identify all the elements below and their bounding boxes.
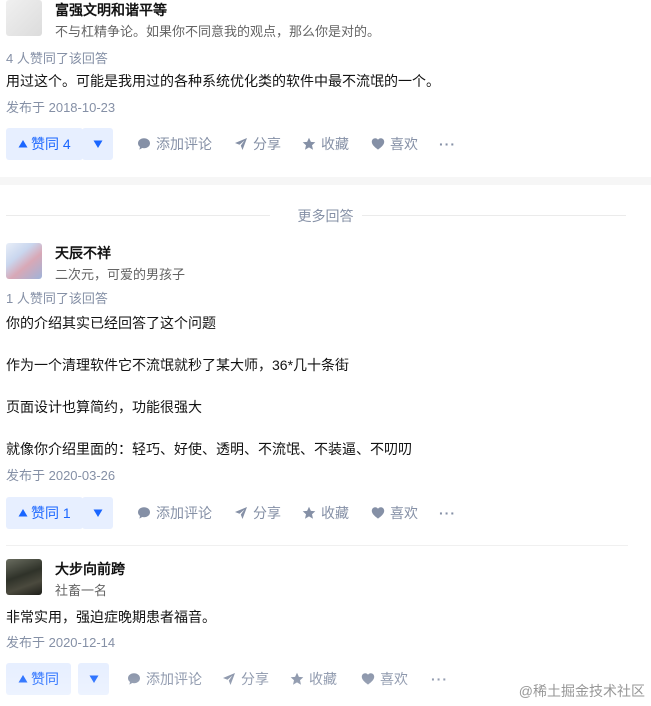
answer-paragraph: 用过这个。可能是我用过的各种系统优化类的软件中最不流氓的一个。 <box>6 73 440 89</box>
star-icon <box>302 506 316 519</box>
vote-up-label: 赞同 <box>31 671 59 687</box>
share-icon <box>223 673 235 685</box>
collect-label: 收藏 <box>321 505 349 521</box>
like-button[interactable]: 喜欢 <box>361 663 408 695</box>
avatar[interactable] <box>6 559 42 595</box>
comment-label: 添加评论 <box>156 136 212 152</box>
comment-icon <box>138 507 150 519</box>
like-button[interactable]: 喜欢 <box>371 128 418 160</box>
voters-count[interactable]: 1 人赞同了该回答 <box>6 290 637 308</box>
caret-down-icon <box>93 509 102 517</box>
share-button[interactable]: 分享 <box>234 497 281 529</box>
action-bar: 赞同 1 添加评论 分享 收藏 喜欢 ··· <box>6 497 637 529</box>
caret-up-icon <box>18 509 28 517</box>
action-bar: 赞同 4 添加评论 分享 收藏 喜欢 ··· <box>6 128 637 160</box>
answer-card-1: 富强文明和谐平等 不与杠精争论。如果你不同意我的观点，那么你是对的。 4 人赞同… <box>0 0 651 177</box>
star-icon <box>290 672 304 685</box>
answer-paragraph: 你的介绍其实已经回答了这个问题 <box>6 315 216 331</box>
vote-down-button[interactable] <box>82 128 113 160</box>
share-button[interactable]: 分享 <box>234 128 281 160</box>
vote-up-button[interactable]: 赞同 1 <box>6 497 83 529</box>
author-name[interactable]: 富强文明和谐平等 <box>55 0 167 20</box>
comment-button[interactable]: 添加评论 <box>137 497 212 529</box>
vote-down-button[interactable] <box>78 663 109 695</box>
more-answers-divider: 更多回答 <box>0 204 651 226</box>
more-icon: ··· <box>439 505 456 521</box>
share-label: 分享 <box>253 505 281 521</box>
more-answers-label: 更多回答 <box>297 208 354 224</box>
share-icon <box>235 138 247 150</box>
author-bio: 社畜一名 <box>55 583 108 598</box>
more-button[interactable]: ··· <box>431 663 448 695</box>
author-info: 大步向前跨 社畜一名 <box>6 559 637 599</box>
author-bio: 不与杠精争论。如果你不同意我的观点，那么你是对的。 <box>55 24 381 39</box>
more-icon: ··· <box>439 136 456 152</box>
answer-paragraph: 就像你介绍里面的：轻巧、好使、透明、不流氓、不装逼、不叨叨 <box>6 441 412 457</box>
comment-label: 添加评论 <box>146 671 202 687</box>
caret-up-icon <box>18 140 28 148</box>
divider-line <box>362 215 626 216</box>
avatar[interactable] <box>6 243 42 279</box>
heart-icon <box>361 673 375 685</box>
vote-up-button[interactable]: 赞同 <box>6 663 71 695</box>
caret-down-icon <box>93 140 102 148</box>
like-label: 喜欢 <box>390 505 418 521</box>
like-button[interactable]: 喜欢 <box>371 497 418 529</box>
more-icon: ··· <box>431 671 448 687</box>
answer-item: 富强文明和谐平等 不与杠精争论。如果你不同意我的观点，那么你是对的。 4 人赞同… <box>6 0 637 160</box>
caret-up-icon <box>18 675 28 683</box>
publish-date[interactable]: 发布于 2020-03-26 <box>6 467 637 485</box>
vote-up-label: 赞同 4 <box>31 136 71 152</box>
share-label: 分享 <box>241 671 269 687</box>
answer-separator <box>6 545 628 546</box>
vote-down-button[interactable] <box>82 497 113 529</box>
comment-label: 添加评论 <box>156 505 212 521</box>
share-icon <box>235 507 247 519</box>
comment-button[interactable]: 添加评论 <box>137 128 212 160</box>
answer-item: 天辰不祥 二次元，可爱的男孩子 1 人赞同了该回答 你的介绍其实已经回答了这个问… <box>6 243 637 529</box>
more-button[interactable]: ··· <box>439 128 456 160</box>
more-answers-card: 更多回答 天辰不祥 二次元，可爱的男孩子 1 人赞同了该回答 你的介绍其实已经回… <box>0 185 651 706</box>
collect-button[interactable]: 收藏 <box>302 128 349 160</box>
collect-button[interactable]: 收藏 <box>302 497 349 529</box>
star-icon <box>302 137 316 150</box>
answer-content: 你的介绍其实已经回答了这个问题 作为一个清理软件它不流氓就秒了某大师，36*几十… <box>6 312 637 460</box>
collect-label: 收藏 <box>321 136 349 152</box>
more-button[interactable]: ··· <box>439 497 456 529</box>
publish-date[interactable]: 发布于 2020-12-14 <box>6 634 637 652</box>
share-label: 分享 <box>253 136 281 152</box>
author-info: 天辰不祥 二次元，可爱的男孩子 <box>6 243 637 283</box>
answer-item: 大步向前跨 社畜一名 非常实用，强迫症晚期患者福音。 发布于 2020-12-1… <box>6 559 637 695</box>
heart-icon <box>371 138 385 150</box>
answer-paragraph: 页面设计也算简约，功能很强大 <box>6 399 202 415</box>
vote-up-label: 赞同 1 <box>31 505 71 521</box>
answer-paragraph: 作为一个清理软件它不流氓就秒了某大师，36*几十条街 <box>6 357 350 373</box>
author-bio: 二次元，可爱的男孩子 <box>55 267 186 282</box>
collect-label: 收藏 <box>309 671 337 687</box>
vote-up-button[interactable]: 赞同 4 <box>6 128 83 160</box>
share-button[interactable]: 分享 <box>222 663 269 695</box>
avatar[interactable] <box>6 0 42 36</box>
answer-content: 非常实用，强迫症晚期患者福音。 <box>6 606 637 628</box>
collect-button[interactable]: 收藏 <box>290 663 337 695</box>
author-name[interactable]: 天辰不祥 <box>55 243 111 263</box>
comment-button[interactable]: 添加评论 <box>127 663 202 695</box>
like-label: 喜欢 <box>390 136 418 152</box>
author-name[interactable]: 大步向前跨 <box>55 559 125 579</box>
answer-content: 用过这个。可能是我用过的各种系统优化类的软件中最不流氓的一个。 <box>6 70 637 92</box>
heart-icon <box>371 507 385 519</box>
like-label: 喜欢 <box>380 671 408 687</box>
caret-down-icon <box>89 675 98 683</box>
voters-count[interactable]: 4 人赞同了该回答 <box>6 50 637 68</box>
publish-date[interactable]: 发布于 2018-10-23 <box>6 99 637 117</box>
answer-paragraph: 非常实用，强迫症晚期患者福音。 <box>6 609 216 625</box>
comment-icon <box>138 138 150 150</box>
watermark: @稀土掘金技术社区 <box>518 683 645 699</box>
author-info: 富强文明和谐平等 不与杠精争论。如果你不同意我的观点，那么你是对的。 <box>6 0 637 40</box>
comment-icon <box>128 673 140 685</box>
